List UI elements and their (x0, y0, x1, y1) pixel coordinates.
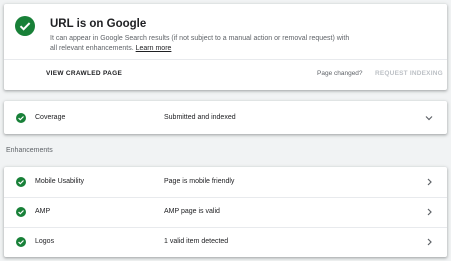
enhancement-value: AMP page is valid (164, 208, 220, 215)
coverage-value: Submitted and indexed (164, 114, 236, 121)
enhancement-row-logos[interactable]: Logos 1 valid item detected (4, 227, 447, 257)
status-title: URL is on Google (50, 18, 147, 30)
enhancements-card: Mobile Usability Page is mobile friendly… (4, 167, 447, 257)
chevron-down-icon[interactable] (425, 113, 433, 123)
status-card: URL is on Google It can appear in Google… (4, 4, 447, 90)
coverage-label: Coverage (35, 114, 66, 121)
enhancement-row-amp[interactable]: AMP AMP page is valid (4, 197, 447, 227)
request-indexing-button[interactable]: REQUEST INDEXING (375, 70, 443, 77)
check-icon (16, 177, 26, 187)
enhancements-heading: Enhancements (6, 147, 53, 154)
divider (4, 59, 447, 60)
coverage-row[interactable]: Coverage Submitted and indexed (4, 103, 447, 133)
check-icon (16, 207, 26, 217)
view-crawled-page-button[interactable]: VIEW CRAWLED PAGE (46, 70, 122, 77)
enhancement-label: Logos (35, 238, 55, 245)
enhancement-value: Page is mobile friendly (164, 178, 235, 185)
enhancement-value: 1 valid item detected (164, 238, 229, 245)
learn-more-link[interactable]: Learn more (136, 45, 172, 52)
enhancement-row-mobile-usability[interactable]: Mobile Usability Page is mobile friendly (4, 167, 447, 197)
page-changed-label: Page changed? (317, 70, 363, 77)
check-circle-icon (15, 16, 35, 36)
status-description-text: It can appear in Google Search results (… (50, 35, 350, 52)
coverage-card[interactable]: Coverage Submitted and indexed (4, 101, 447, 134)
chevron-right-icon[interactable] (425, 177, 433, 187)
enhancement-label: Mobile Usability (35, 178, 85, 185)
status-description: It can appear in Google Search results (… (50, 34, 350, 54)
chevron-right-icon[interactable] (425, 207, 433, 217)
enhancement-label: AMP (35, 208, 51, 215)
check-icon (16, 237, 26, 247)
check-icon (16, 113, 26, 123)
chevron-right-icon[interactable] (425, 237, 433, 247)
